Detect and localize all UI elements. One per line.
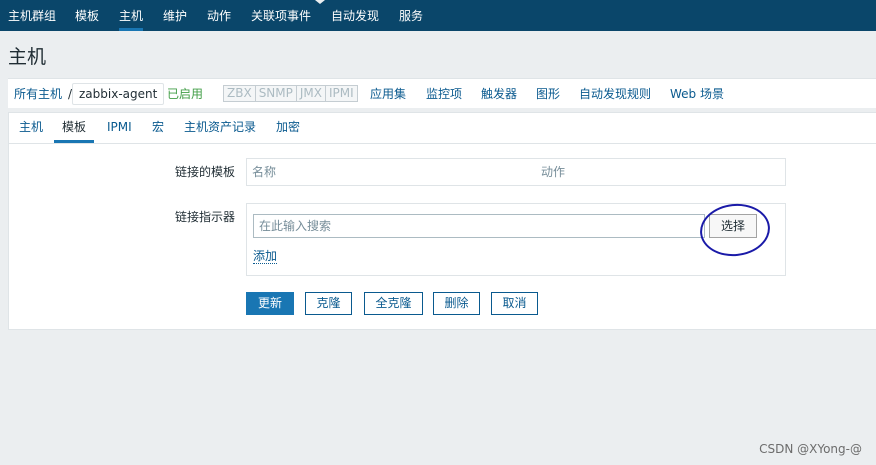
link-triggers[interactable]: 触发器 — [481, 79, 517, 109]
linked-templates-label: 链接的模板 — [175, 165, 236, 179]
form-tabs: 主机 模板 IPMI 宏 主机资产记录 加密 — [9, 113, 876, 144]
breadcrumb-current-host[interactable]: zabbix-agent — [72, 83, 165, 105]
host-status-enabled[interactable]: 已启用 — [167, 79, 203, 109]
tab-ipmi[interactable]: IPMI — [107, 113, 132, 143]
top-navigation: 主机群组 模板 主机 维护 动作 关联项事件 自动发现 服务 — [0, 0, 876, 31]
ipmi-badge: IPMI — [329, 86, 354, 100]
nav-notch — [315, 0, 325, 4]
nav-host-groups[interactable]: 主机群组 — [8, 0, 56, 31]
tab-inventory[interactable]: 主机资产记录 — [184, 113, 256, 143]
nav-actions[interactable]: 动作 — [207, 0, 231, 31]
column-name-header: 名称 — [252, 165, 277, 179]
tab-encryption[interactable]: 加密 — [276, 113, 300, 143]
cancel-button[interactable]: 取消 — [491, 292, 538, 315]
link-graphs[interactable]: 图形 — [536, 79, 560, 109]
link-new-templates-label: 链接指示器 — [175, 210, 236, 224]
tab-macros[interactable]: 宏 — [152, 113, 164, 143]
select-button[interactable]: 选择 — [709, 214, 757, 238]
nav-hosts[interactable]: 主机 — [119, 0, 144, 31]
nav-templates[interactable]: 模板 — [75, 0, 99, 31]
link-discovery-rules[interactable]: 自动发现规则 — [579, 79, 651, 109]
link-applications[interactable]: 应用集 — [370, 79, 406, 109]
tab-templates[interactable]: 模板 — [54, 113, 95, 143]
full-clone-button[interactable]: 全克隆 — [364, 292, 423, 315]
add-link[interactable]: 添加 — [253, 249, 278, 264]
availability-badges: ZBX SNMP JMX IPMI — [223, 85, 358, 102]
nav-event-correlation[interactable]: 关联项事件 — [251, 0, 311, 31]
clone-button[interactable]: 克隆 — [305, 292, 352, 315]
watermark: CSDN @XYong-@ — [759, 442, 862, 456]
update-button[interactable]: 更新 — [246, 292, 294, 315]
link-web-scenarios[interactable]: Web 场景 — [670, 79, 724, 109]
nav-services[interactable]: 服务 — [399, 0, 423, 31]
linked-templates-table: 名称 动作 — [246, 158, 786, 186]
zbx-badge: ZBX — [224, 86, 256, 101]
snmp-badge: SNMP — [256, 86, 297, 101]
host-form-panel: 主机 模板 IPMI 宏 主机资产记录 加密 链接的模板 名称 动作 链接指示器… — [8, 112, 876, 330]
tab-host[interactable]: 主机 — [19, 113, 43, 143]
nav-discovery[interactable]: 自动发现 — [331, 0, 379, 31]
template-search-input[interactable]: 在此输入搜索 — [253, 214, 705, 238]
link-items[interactable]: 监控项 — [426, 79, 462, 109]
nav-maintenance[interactable]: 维护 — [163, 0, 187, 31]
column-action-header: 动作 — [541, 165, 566, 179]
host-navigation-bar: 所有主机 / zabbix-agent 已启用 ZBX SNMP JMX IPM… — [8, 78, 876, 108]
link-new-templates-box: 在此输入搜索 选择 添加 — [246, 200, 786, 276]
jmx-badge: JMX — [297, 86, 326, 101]
breadcrumb-all-hosts[interactable]: 所有主机 — [14, 79, 62, 109]
delete-button[interactable]: 删除 — [433, 292, 480, 315]
page-title: 主机 — [8, 46, 47, 68]
